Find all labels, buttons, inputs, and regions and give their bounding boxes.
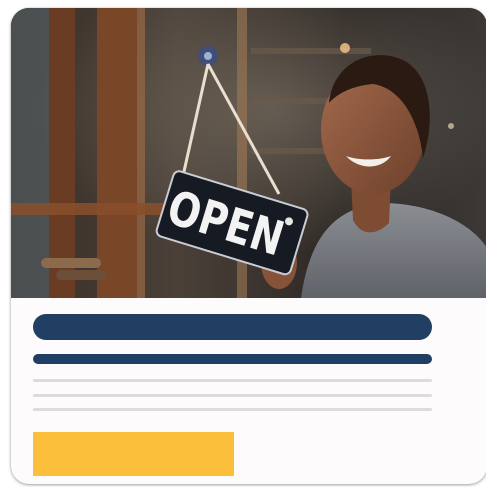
- title-placeholder-bar: [33, 314, 432, 340]
- call-to-action-button[interactable]: [33, 432, 234, 476]
- text-placeholder-line: [33, 408, 432, 411]
- card-body: [11, 298, 486, 484]
- text-placeholder-line: [33, 394, 432, 397]
- subtitle-placeholder-bar: [33, 354, 432, 364]
- text-placeholder-line: [33, 379, 432, 382]
- hero-image: OPEN: [11, 8, 486, 298]
- content-card[interactable]: OPEN: [11, 8, 486, 484]
